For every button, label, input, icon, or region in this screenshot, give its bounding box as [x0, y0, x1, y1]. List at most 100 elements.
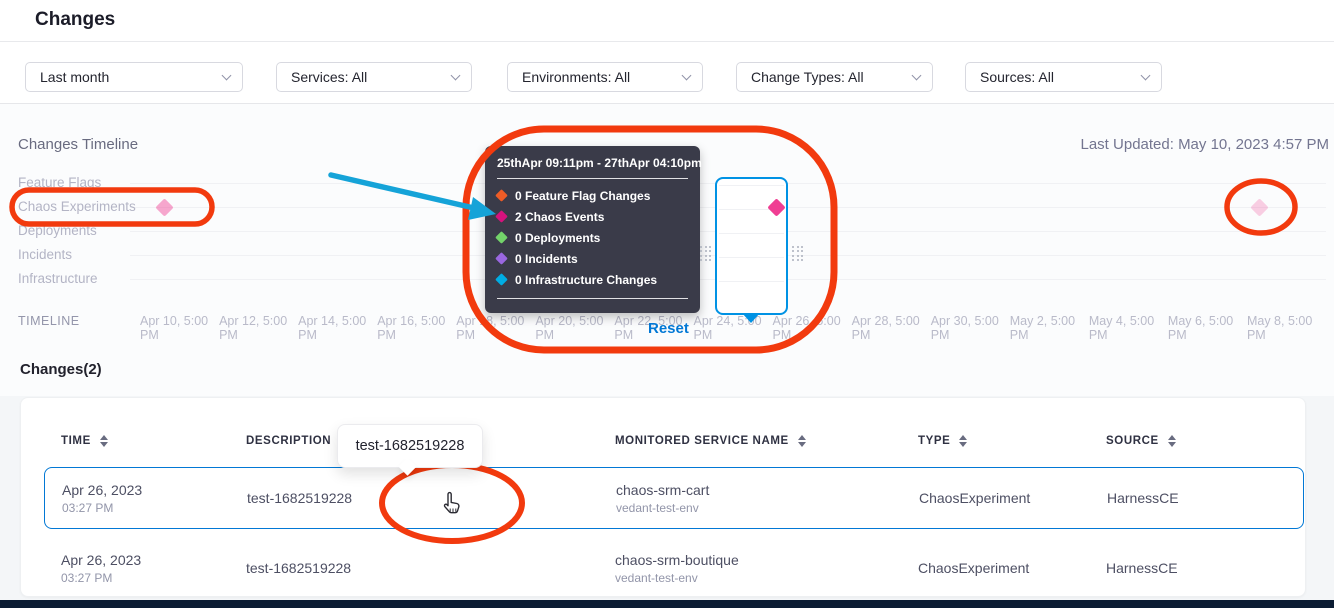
- sort-icon[interactable]: [798, 435, 806, 447]
- brush-handle-right[interactable]: [791, 243, 804, 264]
- axis-tick-date: Apr 26, 5:00: [773, 314, 849, 328]
- chevron-down-icon: [222, 71, 232, 81]
- column-header[interactable]: SOURCE: [1106, 431, 1176, 451]
- filter-dropdown-value: Environments: All: [522, 69, 630, 85]
- reset-button[interactable]: Reset: [648, 320, 689, 337]
- brush-gridline: [719, 257, 784, 258]
- axis-tick: Apr 14, 5:00 PM: [298, 314, 374, 342]
- axis-tick-date: Apr 12, 5:00: [219, 314, 295, 328]
- cell-monitored-service: chaos-srm-boutiquevedant-test-env: [615, 538, 739, 598]
- chevron-down-icon: [451, 71, 461, 81]
- axis-tick-date: May 4, 5:00: [1089, 314, 1165, 328]
- brush-gridline: [719, 185, 784, 186]
- axis-tick-date: Apr 30, 5:00: [931, 314, 1007, 328]
- axis-tick-date: Apr 18, 5:00: [456, 314, 532, 328]
- lane-label: Chaos Experiments: [18, 199, 136, 214]
- axis-tick-suffix: PM: [1010, 328, 1086, 342]
- chevron-down-icon: [682, 71, 692, 81]
- filter-bar: Last month Services: All Environments: A…: [0, 42, 1334, 104]
- description-tooltip: test-1682519228: [337, 424, 483, 468]
- axis-tick-suffix: PM: [1168, 328, 1244, 342]
- axis-tick-suffix: PM: [535, 328, 611, 342]
- axis-tick-suffix: PM: [1089, 328, 1165, 342]
- cell-monitored-service: chaos-srm-cartvedant-test-env: [616, 468, 709, 528]
- cell-type: ChaosExperiment: [918, 538, 1029, 598]
- lane-label: Deployments: [18, 223, 97, 238]
- changes-table: TIME DESCRIPTION MONITORED SERVICE NAME …: [20, 397, 1306, 597]
- chevron-down-icon: [912, 71, 922, 81]
- filter-dropdown-value: Sources: All: [980, 69, 1054, 85]
- axis-tick-date: Apr 16, 5:00: [377, 314, 453, 328]
- filter-dropdown[interactable]: Sources: All: [965, 62, 1162, 92]
- legend-item: 0 Incidents: [497, 248, 688, 269]
- axis-tick: Apr 20, 5:00 PM: [535, 314, 611, 342]
- column-header[interactable]: DESCRIPTION: [246, 431, 348, 451]
- axis-tick-date: May 8, 5:00: [1247, 314, 1323, 328]
- table-row[interactable]: Apr 26, 202303:27 PM test-1682519228 cha…: [44, 467, 1304, 529]
- axis-tick: May 2, 5:00 PM: [1010, 314, 1086, 342]
- axis-tick: Apr 12, 5:00 PM: [219, 314, 295, 342]
- axis-tick: May 6, 5:00 PM: [1168, 314, 1244, 342]
- brush-arrow-down-icon: [742, 313, 760, 323]
- axis-tick-date: Apr 28, 5:00: [852, 314, 928, 328]
- chevron-down-icon: [1141, 71, 1151, 81]
- changes-page: Changes Last month Services: All Environ…: [0, 0, 1334, 608]
- bottom-bar: [0, 600, 1334, 608]
- axis-tick: Apr 18, 5:00 PM: [456, 314, 532, 342]
- brush-gridline: [719, 281, 784, 282]
- timeline-title: Changes Timeline: [18, 136, 138, 153]
- cell-time: Apr 26, 202303:27 PM: [61, 538, 141, 598]
- last-updated-text: Last Updated: May 10, 2023 4:57 PM: [1081, 136, 1330, 153]
- column-header[interactable]: TIME: [61, 431, 108, 451]
- brush-selection[interactable]: [715, 177, 788, 315]
- column-header-label: MONITORED SERVICE NAME: [615, 435, 789, 447]
- filter-dropdown[interactable]: Change Types: All: [736, 62, 933, 92]
- legend-item: 0 Feature Flag Changes: [497, 185, 688, 206]
- sort-icon[interactable]: [100, 435, 108, 447]
- cell-description: test-1682519228: [246, 538, 351, 598]
- legend-label: 2 Chaos Events: [515, 210, 604, 224]
- column-header-label: TIME: [61, 435, 91, 447]
- brush-handle-left[interactable]: [699, 243, 712, 264]
- legend-label: 0 Deployments: [515, 231, 600, 245]
- axis-tick-suffix: PM: [219, 328, 295, 342]
- tooltip-divider: [497, 178, 688, 179]
- cell-time: Apr 26, 202303:27 PM: [62, 468, 142, 528]
- axis-tick: Apr 30, 5:00 PM: [931, 314, 1007, 342]
- range-tooltip: 25thApr 09:11pm - 27thApr 04:10pm 0 Feat…: [485, 146, 700, 313]
- axis-tick: May 4, 5:00 PM: [1089, 314, 1165, 342]
- filter-dropdown-value: Change Types: All: [751, 69, 864, 85]
- description-tooltip-text: test-1682519228: [356, 438, 465, 454]
- sort-icon[interactable]: [959, 435, 967, 447]
- column-header-label: SOURCE: [1106, 435, 1159, 447]
- axis-tick: May 8, 5:00 PM: [1247, 314, 1323, 342]
- axis-tick: Apr 16, 5:00 PM: [377, 314, 453, 342]
- sort-icon[interactable]: [1168, 435, 1176, 447]
- axis-tick-suffix: PM: [140, 328, 216, 342]
- legend-diamond-icon: [495, 231, 508, 244]
- changes-timeline-section: Changes Timeline Last Updated: May 10, 2…: [0, 104, 1334, 396]
- tooltip-divider: [497, 298, 688, 299]
- cell-description: test-1682519228: [247, 468, 352, 528]
- table-row[interactable]: Apr 26, 202303:27 PM test-1682519228 cha…: [44, 538, 1304, 598]
- filter-dropdown-value: Services: All: [291, 69, 367, 85]
- column-header[interactable]: TYPE: [918, 431, 967, 451]
- filter-dropdown[interactable]: Environments: All: [507, 62, 703, 92]
- legend-label: 0 Incidents: [515, 252, 578, 266]
- cursor-icon: [440, 491, 464, 523]
- timeline-axis-label: TIMELINE: [18, 314, 80, 328]
- lane-label: Feature Flags: [18, 175, 101, 190]
- legend-diamond-icon: [495, 252, 508, 265]
- axis-tick: Apr 26, 5:00 PM: [773, 314, 849, 342]
- lane-label: Incidents: [18, 247, 72, 262]
- axis-tick-date: Apr 20, 5:00: [535, 314, 611, 328]
- filter-dropdown[interactable]: Services: All: [276, 62, 472, 92]
- cell-source: HarnessCE: [1107, 468, 1179, 528]
- filter-dropdown[interactable]: Last month: [25, 62, 243, 92]
- axis-tick-suffix: PM: [1247, 328, 1323, 342]
- legend-label: 0 Infrastructure Changes: [515, 273, 657, 287]
- axis-tick-suffix: PM: [456, 328, 532, 342]
- axis-tick-suffix: PM: [377, 328, 453, 342]
- column-header[interactable]: MONITORED SERVICE NAME: [615, 431, 806, 451]
- axis-tick-suffix: PM: [693, 328, 769, 342]
